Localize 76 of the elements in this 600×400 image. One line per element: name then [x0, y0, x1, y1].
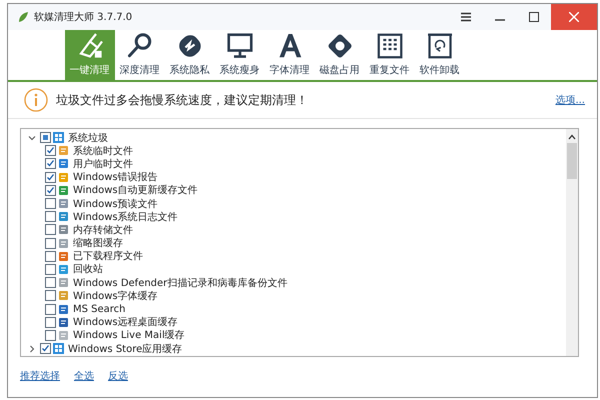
checkbox[interactable] [45, 304, 56, 315]
file-icon [58, 158, 69, 170]
scroll-thumb[interactable] [567, 143, 577, 179]
windows-icon [53, 132, 64, 144]
tree-item[interactable]: Windows Store应用缓存 [68, 342, 182, 356]
file-icon [58, 250, 69, 262]
checkbox[interactable] [45, 238, 56, 249]
tool-tab[interactable]: 字体清理 [264, 30, 314, 80]
checkbox[interactable] [40, 343, 51, 354]
grid-icon [374, 31, 404, 61]
file-icon [58, 316, 69, 328]
tree-item[interactable]: Windows Live Mail缓存 [73, 328, 185, 342]
checkbox[interactable] [45, 224, 56, 236]
file-icon [58, 211, 69, 222]
checkbox[interactable] [45, 145, 56, 156]
checkbox[interactable] [45, 158, 56, 170]
file-icon [58, 224, 69, 236]
tool-tab[interactable]: 系统隐私 [164, 30, 214, 80]
checkbox[interactable] [45, 184, 56, 196]
checkbox[interactable] [45, 264, 56, 275]
footer-link[interactable]: 推荐选择 [20, 369, 60, 383]
file-icon [58, 184, 69, 196]
tool-tab[interactable]: 重复文件 [364, 30, 414, 80]
tool-tab[interactable]: 系统瘦身 [214, 30, 264, 80]
maximize-icon[interactable] [529, 12, 539, 22]
tree-item[interactable]: 系统垃圾 [68, 130, 108, 145]
file-icon [58, 145, 69, 156]
tree-item[interactable]: 回收站 [73, 262, 103, 276]
tree-item[interactable]: 已下载程序文件 [73, 249, 143, 264]
checkbox[interactable] [45, 211, 56, 222]
tree-item[interactable]: 内存转储文件 [73, 222, 133, 237]
checkbox[interactable] [45, 172, 56, 183]
tool-tab[interactable]: 磁盘占用 [314, 30, 364, 80]
file-icon [58, 172, 69, 183]
close-button[interactable] [551, 4, 597, 30]
checkbox[interactable] [45, 277, 56, 288]
tree-item[interactable]: Windows远程桌面缓存 [73, 315, 178, 330]
footer-link[interactable]: 全选 [74, 369, 94, 383]
footer-link[interactable]: 反选 [108, 369, 128, 383]
file-icon [58, 290, 69, 302]
checkbox[interactable] [45, 198, 56, 210]
scroll-up-icon[interactable] [568, 133, 576, 141]
tree-item[interactable]: Windows Defender扫描记录和病毒库备份文件 [73, 276, 288, 290]
tree-item[interactable]: Windows预读文件 [73, 196, 158, 211]
notice-text: 垃圾文件过多会拖慢系统速度，建议定期清理！ [56, 92, 309, 108]
expand-icon[interactable] [27, 344, 37, 354]
tree-item[interactable]: 系统临时文件 [73, 144, 133, 158]
file-icon [58, 277, 69, 288]
checkbox[interactable] [45, 330, 56, 341]
file-icon [58, 198, 69, 210]
tree-item[interactable]: Windows错误报告 [73, 170, 158, 184]
windows-icon [53, 343, 64, 354]
leaf-icon [17, 11, 29, 23]
options-link[interactable]: 选项... [555, 93, 585, 107]
checkbox[interactable] [40, 132, 51, 144]
close-icon [569, 12, 579, 22]
monitor-icon [224, 31, 254, 61]
checkbox[interactable] [45, 290, 56, 302]
checkbox[interactable] [45, 316, 56, 328]
scrollbar[interactable] [566, 129, 578, 356]
tree-item[interactable]: Windows系统日志文件 [73, 210, 178, 224]
tree-item[interactable]: Windows字体缓存 [73, 288, 158, 303]
file-icon [58, 304, 69, 315]
tool-tab[interactable]: 深度清理 [114, 30, 164, 80]
tree-item[interactable]: Windows自动更新缓存文件 [73, 183, 198, 198]
menu-icon[interactable] [460, 12, 472, 22]
tool-tab[interactable]: 软件卸载 [414, 30, 464, 80]
checkbox[interactable] [45, 250, 56, 262]
tree-item[interactable]: 用户临时文件 [73, 156, 133, 171]
file-icon [58, 264, 69, 275]
tree-item[interactable]: MS Search [73, 304, 126, 315]
tree-item[interactable]: 缩略图缓存 [73, 236, 123, 250]
file-icon [58, 238, 69, 249]
info-icon [24, 88, 48, 112]
file-icon [58, 330, 69, 341]
window-title: 软媒清理大师 3.7.7.0 [34, 10, 134, 24]
